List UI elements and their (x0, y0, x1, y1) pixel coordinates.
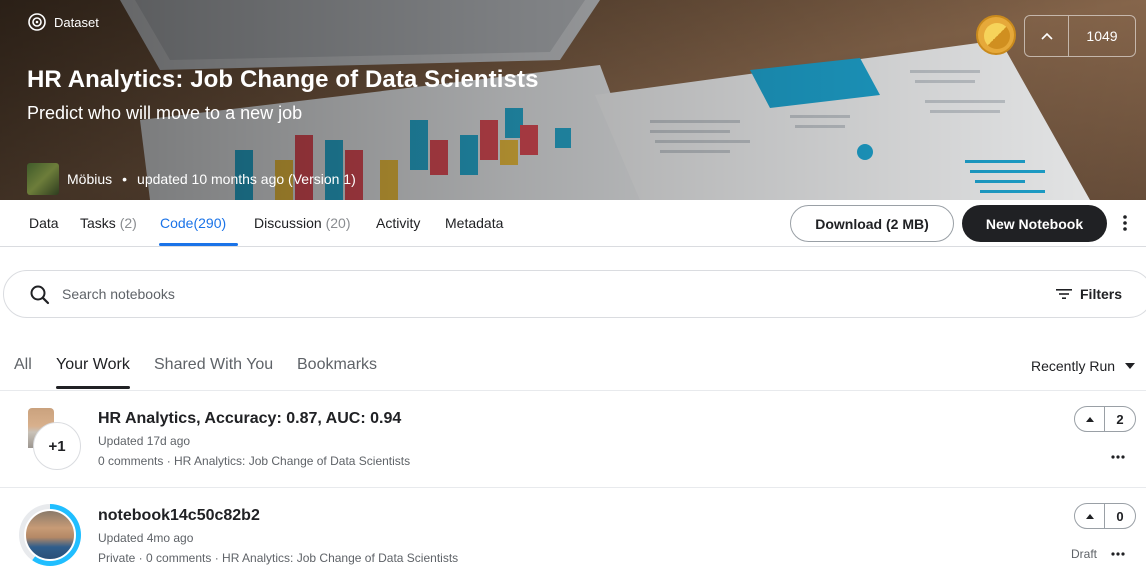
filters-button[interactable]: Filters (1056, 286, 1122, 302)
notebook-search-bar[interactable]: Filters (3, 270, 1146, 318)
new-notebook-button[interactable]: New Notebook (962, 205, 1107, 242)
sort-dropdown[interactable]: Recently Run (1031, 358, 1136, 374)
more-horizontal-icon (1111, 455, 1125, 459)
more-horizontal-icon (1111, 552, 1125, 556)
list-divider (0, 390, 1146, 391)
vote-count: 2 (1116, 411, 1124, 427)
tab-data[interactable]: Data (29, 215, 59, 231)
active-subtab-indicator (56, 386, 130, 389)
owner-avatar[interactable] (27, 163, 59, 195)
subtab-your-work[interactable]: Your Work (56, 356, 130, 374)
dataset-icon (28, 13, 46, 31)
notebook-title[interactable]: notebook14c50c82b2 (98, 507, 260, 525)
vote-count: 0 (1116, 508, 1124, 524)
draft-status: Draft (1071, 547, 1098, 561)
notebook-vote-control[interactable]: 2 (1074, 406, 1136, 432)
tab-discussion[interactable]: Discussion (20) (254, 215, 351, 231)
notebook-title[interactable]: HR Analytics, Accuracy: 0.87, AUC: 0.94 (98, 410, 401, 428)
dataset-updated[interactable]: updated 10 months ago (Version 1) (137, 171, 356, 187)
dataset-subtitle: Predict who will move to a new job (27, 103, 303, 123)
download-button[interactable]: Download (2 MB) (790, 205, 954, 242)
notebook-more-button[interactable] (1110, 549, 1126, 559)
filters-label: Filters (1080, 286, 1123, 302)
subtab-all[interactable]: All (14, 356, 32, 374)
avatar[interactable] (24, 509, 76, 561)
gold-medal-icon (976, 15, 1016, 55)
tab-metadata[interactable]: Metadata (445, 215, 503, 231)
upvote-button[interactable] (1075, 504, 1105, 528)
tab-count: (2) (119, 215, 137, 231)
dataset-badge: Dataset (28, 13, 99, 31)
upvote-button[interactable] (1075, 407, 1105, 431)
dataset-owner-line: Möbius • updated 10 months ago (Version … (27, 163, 356, 195)
notebook-details: 0 comments · HR Analytics: Job Change of… (98, 454, 411, 468)
more-vertical-icon (1123, 215, 1127, 231)
search-input[interactable] (62, 283, 662, 305)
more-collaborators-badge[interactable]: +1 (33, 422, 81, 470)
more-options-button[interactable] (1117, 211, 1133, 235)
tab-count: (290) (193, 215, 227, 231)
sort-label: Recently Run (1031, 358, 1116, 374)
search-icon (30, 285, 50, 305)
filter-icon (1056, 289, 1072, 299)
subtab-bookmarks[interactable]: Bookmarks (297, 356, 377, 374)
notebook-updated: Updated 4mo ago (98, 531, 194, 545)
dataset-header: Dataset HR Analytics: Job Change of Data… (0, 0, 1146, 200)
tab-tasks[interactable]: Tasks (2) (80, 215, 137, 231)
tab-count: (20) (325, 215, 351, 231)
owner-name[interactable]: Möbius (67, 171, 112, 187)
upvote-button[interactable] (1025, 16, 1069, 56)
subtab-shared-with-you[interactable]: Shared With You (154, 356, 273, 374)
notebook-updated: Updated 17d ago (98, 434, 191, 448)
separator-dot: • (122, 171, 128, 187)
caret-down-icon (1125, 363, 1136, 369)
dataset-title: HR Analytics: Job Change of Data Scienti… (27, 66, 539, 93)
chevron-up-icon (1040, 32, 1053, 40)
list-divider (0, 487, 1146, 488)
tab-activity[interactable]: Activity (376, 215, 420, 231)
notebook-details: Private · 0 comments · HR Analytics: Job… (98, 551, 459, 565)
dataset-badge-label: Dataset (54, 14, 99, 30)
caret-up-icon (1085, 416, 1094, 422)
upvote-count: 1049 (1086, 28, 1118, 44)
caret-up-icon (1085, 513, 1094, 519)
tab-code[interactable]: Code(290) (160, 215, 226, 231)
notebook-vote-control[interactable]: 0 (1074, 503, 1136, 529)
notebook-more-button[interactable] (1110, 452, 1126, 462)
active-tab-indicator (159, 243, 238, 246)
dataset-upvote-control[interactable]: 1049 (1024, 15, 1136, 57)
